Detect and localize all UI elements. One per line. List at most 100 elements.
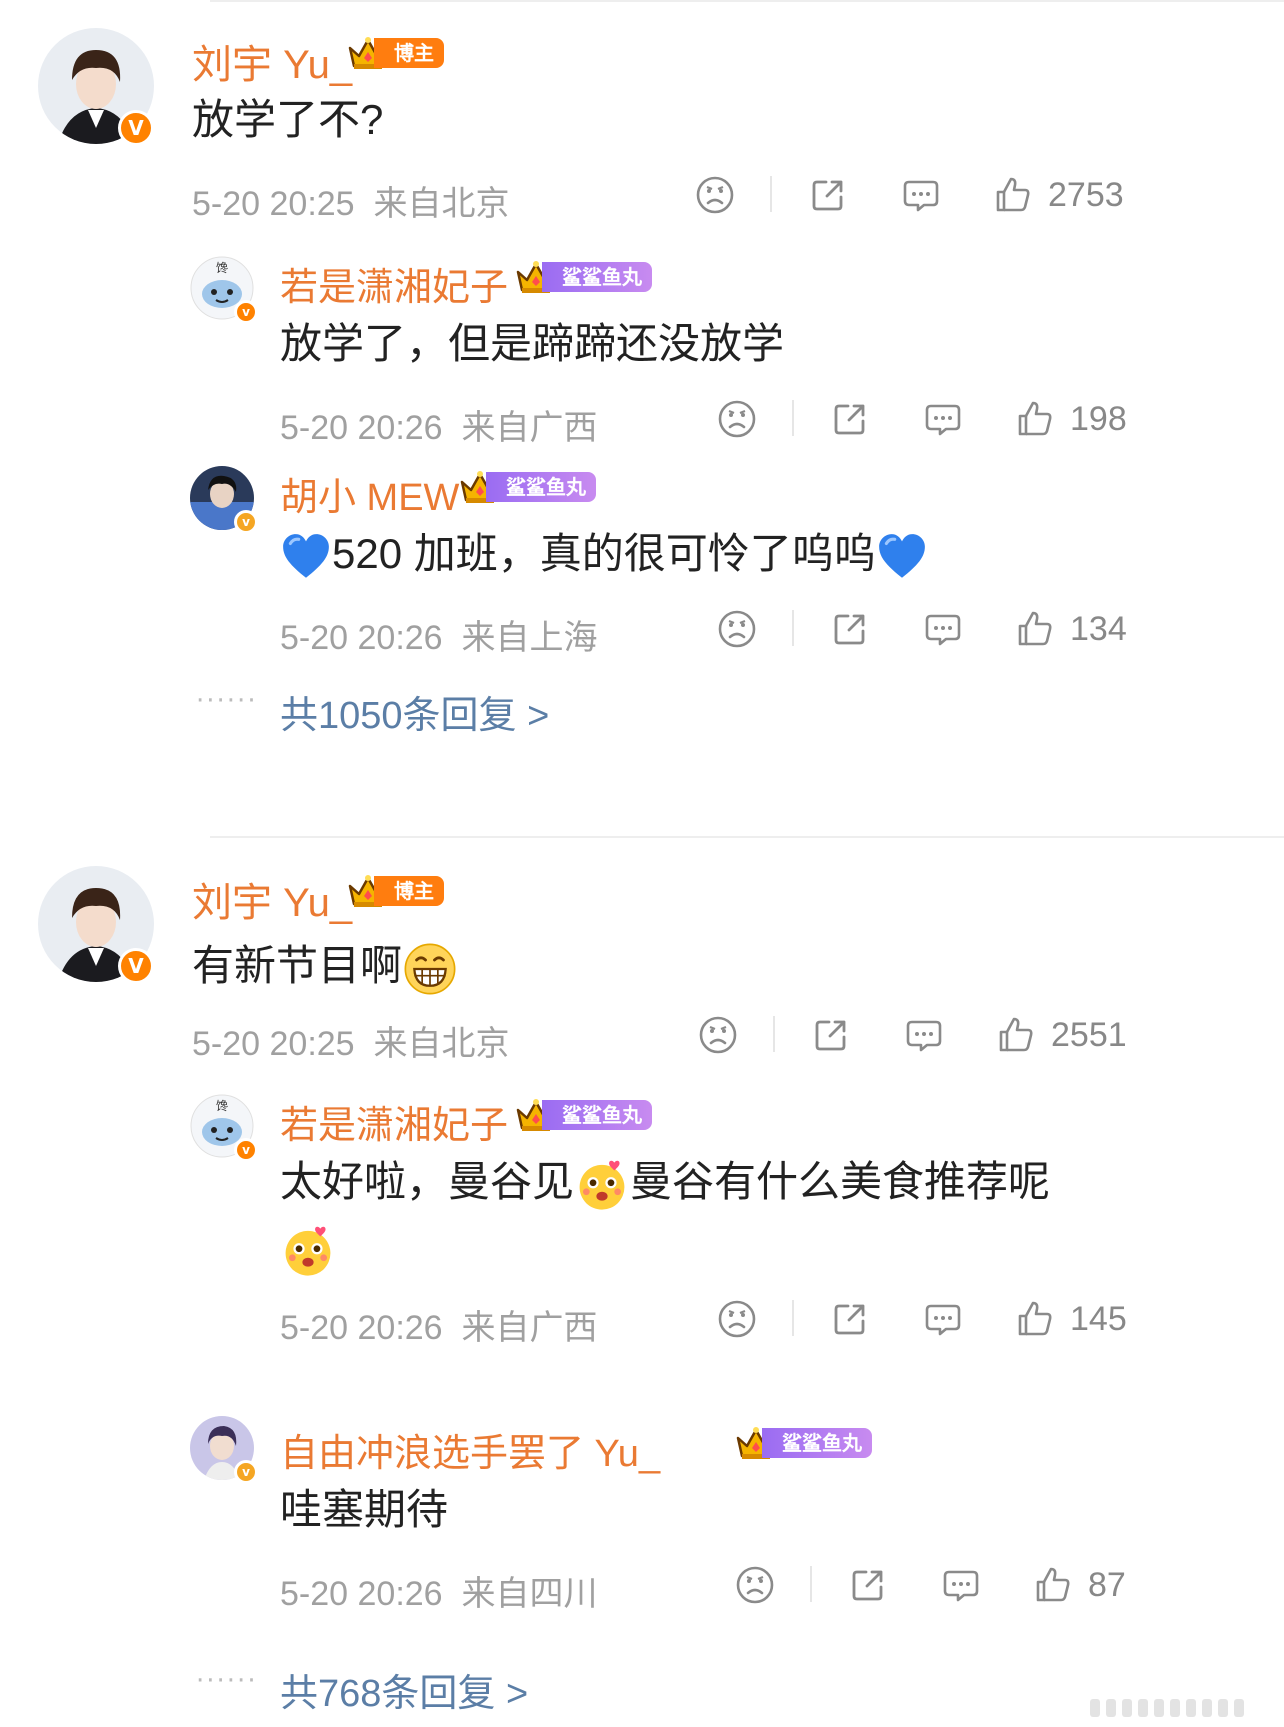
share-icon <box>829 608 871 650</box>
blue-heart-icon <box>280 531 332 583</box>
share-button[interactable] <box>807 170 849 220</box>
reply-button[interactable] <box>940 1560 982 1610</box>
location: 来自广西 <box>461 1309 598 1347</box>
timestamp: 5-20 20:26 <box>280 1309 443 1347</box>
commenter-name[interactable]: 刘宇 Yu_ <box>192 32 352 90</box>
avatar[interactable]: v <box>190 1416 258 1484</box>
comment-text: 520 加班，真的很可怜了呜呜 <box>280 524 928 584</box>
share-button[interactable] <box>829 604 871 654</box>
share-button[interactable] <box>829 394 871 444</box>
like-button[interactable]: 134 <box>1014 604 1127 654</box>
dislike-button[interactable] <box>697 1010 739 1060</box>
thumbs-up-icon <box>1014 608 1056 650</box>
location: 来自上海 <box>461 619 598 657</box>
commenter-name[interactable]: 自由冲浪选手罢了 Yu_ <box>280 1422 660 1477</box>
like-button[interactable]: 198 <box>1014 394 1127 444</box>
like-button[interactable]: 2551 <box>995 1010 1127 1060</box>
commenter-name[interactable]: 胡小 MEW <box>280 466 459 521</box>
top-divider <box>210 0 1284 2</box>
thumbs-up-icon <box>1014 398 1056 440</box>
dislike-button[interactable] <box>734 1560 776 1610</box>
share-icon <box>829 398 871 440</box>
thumbs-up-icon <box>1032 1564 1074 1606</box>
share-button[interactable] <box>810 1010 852 1060</box>
location: 来自北京 <box>373 185 510 223</box>
verified-icon: v <box>234 510 258 534</box>
watermark-bars-icon <box>1090 1699 1244 1717</box>
like-count: 2551 <box>1051 1015 1127 1054</box>
action-bar: 87 <box>730 1560 1150 1610</box>
comment-meta: 5-20 20:25 来自北京 <box>192 1016 510 1065</box>
share-button[interactable] <box>829 1294 871 1344</box>
reply-button[interactable] <box>922 1294 964 1344</box>
comment-meta: 5-20 20:26 来自上海 <box>280 610 598 659</box>
timestamp: 5-20 20:26 <box>280 619 443 657</box>
fan-badge: 鲨鲨鱼丸 <box>734 1426 872 1460</box>
like-button[interactable]: 2753 <box>992 170 1124 220</box>
comment-meta: 5-20 20:26 来自广西 <box>280 1300 598 1349</box>
dislike-button[interactable] <box>716 604 758 654</box>
verified-icon: v <box>234 1460 258 1484</box>
comment-meta: 5-20 20:26 来自四川 <box>280 1566 598 1615</box>
comment-text-body: 有新节目啊 <box>192 942 403 989</box>
fan-badge: 鲨鲨鱼丸 <box>458 470 596 504</box>
location: 来自广西 <box>461 409 598 447</box>
reply-button[interactable] <box>900 170 942 220</box>
comment-text-body: 太好啦，曼谷见 <box>280 1158 575 1205</box>
like-count: 134 <box>1070 609 1127 648</box>
action-bar: 134 <box>712 604 1142 654</box>
commenter-name[interactable]: 若是潇湘妃子 <box>280 1094 508 1149</box>
timestamp: 5-20 20:26 <box>280 1575 443 1613</box>
comment-text: 有新节目啊 <box>192 936 458 997</box>
ellipsis-dots: ······ <box>196 686 258 716</box>
divider <box>792 400 794 436</box>
divider <box>770 176 772 212</box>
thumbs-up-icon <box>1014 1298 1056 1340</box>
share-button[interactable] <box>847 1560 889 1610</box>
dislike-button[interactable] <box>694 170 736 220</box>
sad-face-icon <box>716 608 758 650</box>
comment-icon <box>903 1014 945 1056</box>
comment-text: 放学了不? <box>192 96 384 143</box>
avatar[interactable]: v <box>190 466 258 534</box>
sad-face-icon <box>694 174 736 216</box>
avatar[interactable]: 馋 v <box>190 1094 258 1162</box>
view-all-replies-link[interactable]: 共1050条回复 > <box>280 684 549 739</box>
thread-divider <box>210 836 1284 838</box>
commenter-name[interactable]: 若是潇湘妃子 <box>280 256 508 311</box>
dislike-button[interactable] <box>716 1294 758 1344</box>
badge-label: 鲨鲨鱼丸 <box>542 262 652 292</box>
comment-icon <box>922 608 964 650</box>
view-all-replies-link[interactable]: 共768条回复 > <box>280 1662 528 1717</box>
comment-text: 放学了，但是蹄蹄还没放学 <box>280 320 785 367</box>
verified-icon: V <box>118 948 154 984</box>
sad-face-icon <box>697 1014 739 1056</box>
action-bar: 2753 <box>690 170 1140 220</box>
comment-icon <box>922 1298 964 1340</box>
avatar[interactable]: V <box>38 866 154 984</box>
reply-button[interactable] <box>922 604 964 654</box>
reply-button[interactable] <box>922 394 964 444</box>
share-icon <box>810 1014 852 1056</box>
badge-label: 鲨鲨鱼丸 <box>486 472 596 502</box>
blogger-badge: 博主 <box>346 36 444 70</box>
verified-icon: V <box>118 110 154 146</box>
badge-label: 鲨鲨鱼丸 <box>762 1428 872 1458</box>
action-bar: 145 <box>712 1294 1142 1344</box>
share-icon <box>847 1564 889 1606</box>
avatar[interactable]: 馋 v <box>190 256 258 324</box>
comment-meta: 5-20 20:25 来自北京 <box>192 176 510 225</box>
like-button[interactable]: 87 <box>1032 1560 1126 1610</box>
reply-button[interactable] <box>903 1010 945 1060</box>
verified-icon: v <box>234 1138 258 1162</box>
ellipsis-dots: ······ <box>196 1666 258 1696</box>
comment-text-body: 520 加班，真的很可怜了呜呜 <box>332 530 876 577</box>
divider <box>792 610 794 646</box>
commenter-name[interactable]: 刘宇 Yu_ <box>192 870 352 928</box>
divider <box>810 1566 812 1602</box>
dislike-button[interactable] <box>716 394 758 444</box>
timestamp: 5-20 20:25 <box>192 185 355 223</box>
like-button[interactable]: 145 <box>1014 1294 1127 1344</box>
like-count: 2753 <box>1048 175 1124 214</box>
avatar[interactable]: V <box>38 28 154 146</box>
